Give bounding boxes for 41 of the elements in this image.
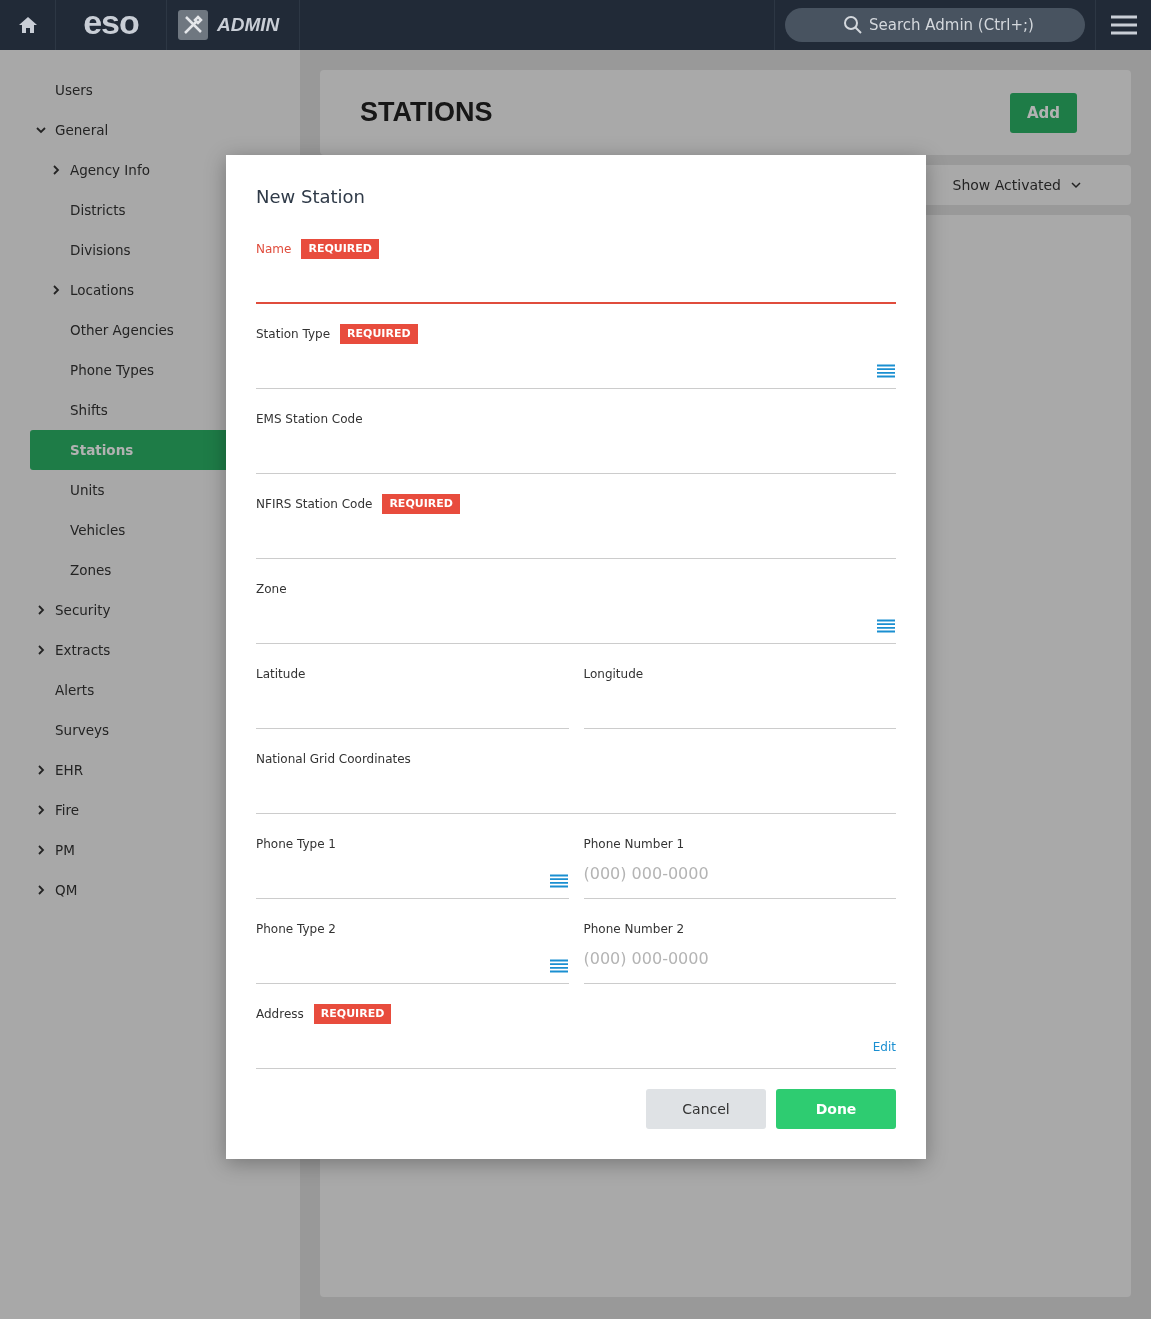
field-label: EMS Station Code (256, 412, 363, 426)
field-label: National Grid Coordinates (256, 752, 411, 766)
filter-dropdown[interactable]: Show Activated (946, 176, 1087, 194)
sidebar-item[interactable]: Users (0, 70, 300, 110)
logo[interactable]: eso (83, 5, 139, 39)
search-field[interactable]: Search Admin (Ctrl+;) (785, 8, 1085, 42)
field-label: Zone (256, 582, 287, 596)
field-label: Longitude (583, 667, 644, 681)
tools-icon (178, 10, 208, 40)
input-field[interactable]: (000) 000-0000 (583, 939, 896, 984)
list-icon[interactable] (877, 364, 895, 378)
required-badge: REQUIRED (382, 494, 460, 514)
field-label: Phone Type 1 (256, 837, 336, 851)
field-label: Phone Number 2 (583, 922, 685, 936)
field-label: NFIRS Station Code (256, 497, 373, 511)
input-field[interactable]: (000) 000-0000 (583, 854, 896, 899)
field-label: Latitude (256, 667, 306, 681)
search-icon (843, 15, 863, 35)
list-icon[interactable] (549, 959, 568, 973)
required-badge: REQUIRED (313, 1004, 392, 1024)
section-title: ADMIN (217, 14, 280, 36)
page-title: STATIONS (360, 97, 493, 128)
field-label: Phone Number 1 (583, 837, 685, 851)
field-label: Station Type (256, 327, 331, 341)
field-label: Name (256, 242, 292, 256)
input-field[interactable]: Edit (256, 1024, 896, 1069)
home-icon[interactable] (17, 16, 38, 34)
required-badge: REQUIRED (340, 324, 418, 344)
sidebar-item[interactable]: QM (0, 870, 300, 910)
sidebar-item[interactable]: Locations (0, 270, 300, 310)
sidebar-item[interactable]: General (0, 110, 300, 150)
caret-icon (1071, 181, 1081, 189)
list-icon[interactable] (549, 874, 568, 888)
field-label: Phone Type 2 (256, 922, 336, 936)
required-badge: REQUIRED (301, 239, 379, 259)
list-icon[interactable] (877, 619, 895, 633)
cancel-button[interactable]: Cancel (646, 1089, 766, 1129)
sidebar-item[interactable]: Fire (0, 790, 300, 830)
edit-link[interactable]: Edit (872, 1040, 896, 1054)
field-label: Address (256, 1007, 304, 1021)
menu-icon[interactable] (1110, 15, 1137, 35)
